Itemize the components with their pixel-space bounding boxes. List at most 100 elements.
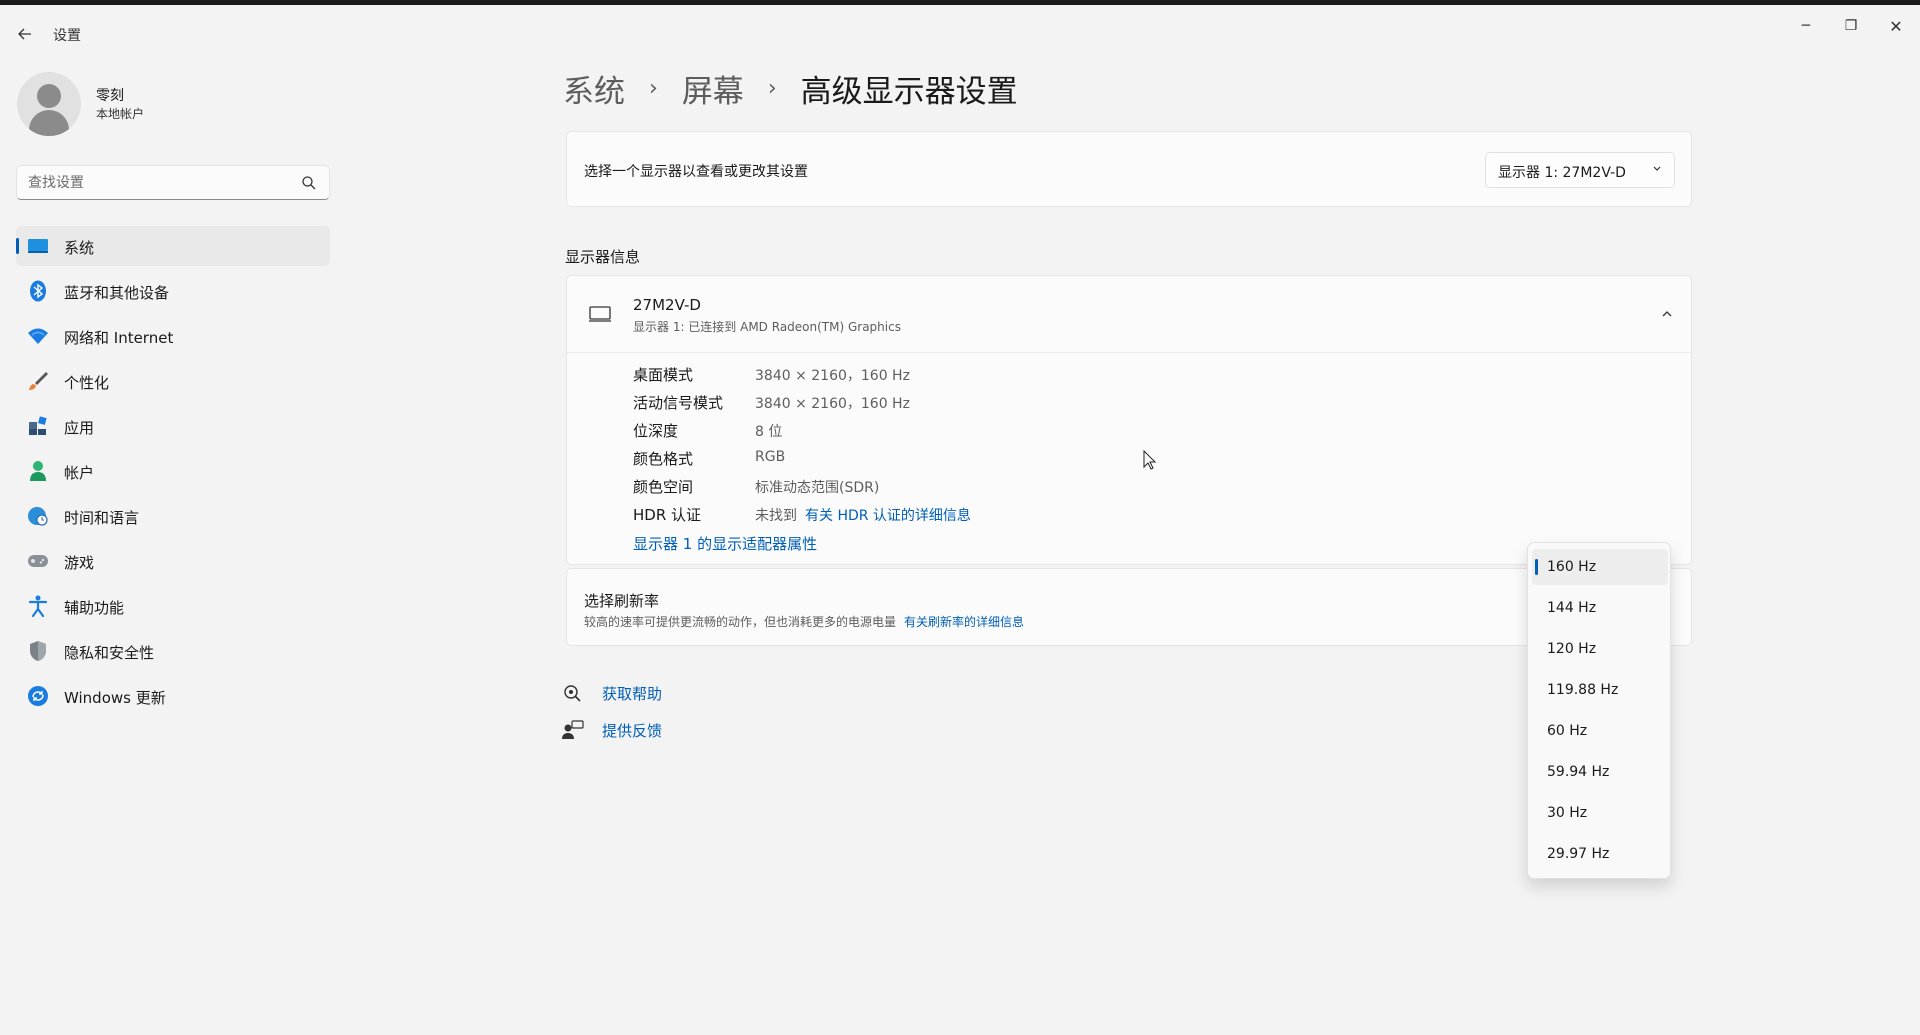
spec-label: 活动信号模式 bbox=[633, 394, 724, 412]
spec-label: 颜色格式 bbox=[633, 450, 694, 468]
refresh-rate-option-label: 119.88 Hz bbox=[1547, 682, 1619, 698]
breadcrumb-separator: › bbox=[767, 76, 777, 101]
refresh-rate-option[interactable]: 120 Hz bbox=[1532, 631, 1668, 667]
shield-icon bbox=[27, 640, 49, 662]
close-button[interactable]: ✕ bbox=[1873, 13, 1919, 39]
accessibility-icon bbox=[27, 595, 49, 617]
help-icon bbox=[564, 685, 581, 702]
breadcrumb: 系统 › 屏幕 › 高级显示器设置 bbox=[563, 66, 1018, 111]
chevron-down-icon bbox=[1653, 166, 1661, 171]
spec-label: 桌面模式 bbox=[633, 366, 694, 384]
refresh-rate-option-label: 60 Hz bbox=[1547, 723, 1588, 739]
refresh-rate-option-label: 120 Hz bbox=[1547, 641, 1597, 657]
display-select-card: 选择一个显示器以查看或更改其设置 显示器 1: 27M2V-D bbox=[566, 131, 1692, 207]
sidebar-item-privacy[interactable]: 隐私和安全性 bbox=[16, 631, 330, 671]
avatar-body-shape bbox=[29, 110, 69, 136]
search-box[interactable] bbox=[16, 165, 330, 200]
mouse-cursor-icon bbox=[1143, 450, 1157, 470]
sidebar-item-label: 网络和 Internet bbox=[64, 329, 174, 347]
apps-icon bbox=[27, 415, 49, 437]
sidebar-item-label: Windows 更新 bbox=[64, 689, 166, 707]
sidebar-item-network[interactable]: 网络和 Internet bbox=[16, 316, 330, 356]
display-dropdown[interactable]: 显示器 1: 27M2V-D bbox=[1485, 152, 1675, 188]
minimize-button[interactable]: ─ bbox=[1783, 13, 1829, 39]
spec-label: 位深度 bbox=[633, 422, 679, 440]
refresh-rate-option-label: 160 Hz bbox=[1547, 559, 1597, 575]
display-select-label: 选择一个显示器以查看或更改其设置 bbox=[584, 164, 808, 180]
sidebar-item-accounts[interactable]: 帐户 bbox=[16, 451, 330, 491]
update-icon bbox=[27, 685, 49, 707]
display-dropdown-value: 显示器 1: 27M2V-D bbox=[1498, 165, 1626, 181]
refresh-rate-option[interactable]: 119.88 Hz bbox=[1532, 672, 1668, 708]
back-button[interactable] bbox=[10, 19, 40, 49]
page-title: 高级显示器设置 bbox=[800, 74, 1018, 110]
sidebar-item-time-language[interactable]: 时间和语言 bbox=[16, 496, 330, 536]
sidebar-item-gaming[interactable]: 游戏 bbox=[16, 541, 330, 581]
avatar bbox=[17, 72, 81, 136]
refresh-rate-option[interactable]: 160 Hz bbox=[1532, 549, 1668, 585]
sidebar-nav: 系统 蓝牙和其他设备 网络和 Internet 个性化 应用 帐户 时间和语言 … bbox=[16, 226, 330, 721]
refresh-rate-option-label: 59.94 Hz bbox=[1547, 764, 1610, 780]
sidebar-item-accessibility[interactable]: 辅助功能 bbox=[16, 586, 330, 626]
sidebar-item-label: 辅助功能 bbox=[64, 599, 125, 617]
collapse-button[interactable] bbox=[1655, 302, 1679, 326]
app-title: 设置 bbox=[53, 28, 81, 44]
get-help-label[interactable]: 获取帮助 bbox=[602, 683, 662, 704]
refresh-rate-option[interactable]: 144 Hz bbox=[1532, 590, 1668, 626]
monitor-icon bbox=[589, 306, 611, 322]
back-arrow-icon bbox=[18, 28, 31, 40]
wifi-icon bbox=[27, 325, 49, 347]
refresh-rate-dropdown-menu: 160 Hz 144 Hz 120 Hz 119.88 Hz 60 Hz 59.… bbox=[1527, 542, 1671, 879]
spec-label: HDR 认证 bbox=[633, 506, 702, 524]
spec-label: 颜色空间 bbox=[633, 478, 694, 496]
refresh-rate-option[interactable]: 59.94 Hz bbox=[1532, 754, 1668, 790]
sidebar-item-personalization[interactable]: 个性化 bbox=[16, 361, 330, 401]
sidebar-item-label: 系统 bbox=[64, 239, 95, 257]
sidebar-item-label: 时间和语言 bbox=[64, 509, 140, 527]
monitor-name: 27M2V-D bbox=[633, 296, 701, 314]
sidebar-item-label: 个性化 bbox=[64, 374, 110, 392]
avatar-head-shape bbox=[37, 84, 61, 108]
refresh-rate-option-label: 144 Hz bbox=[1547, 600, 1597, 616]
hdr-details-link[interactable]: 有关 HDR 认证的详细信息 bbox=[805, 508, 971, 524]
brush-icon bbox=[27, 370, 49, 392]
spec-value: 未找到 有关 HDR 认证的详细信息 bbox=[755, 505, 971, 525]
bluetooth-icon bbox=[27, 280, 49, 302]
search-input[interactable] bbox=[28, 172, 298, 194]
user-name: 零刻 bbox=[96, 88, 124, 104]
sidebar-item-label: 游戏 bbox=[64, 554, 95, 572]
hdr-status: 未找到 bbox=[755, 508, 797, 524]
refresh-rate-option[interactable]: 30 Hz bbox=[1532, 795, 1668, 831]
display-info-section-title: 显示器信息 bbox=[565, 248, 641, 266]
display-info-card: 27M2V-D 显示器 1: 已连接到 AMD Radeon(TM) Graph… bbox=[566, 275, 1692, 565]
breadcrumb-system[interactable]: 系统 bbox=[563, 66, 625, 111]
breadcrumb-display[interactable]: 屏幕 bbox=[682, 66, 744, 111]
spec-value: 3840 × 2160，160 Hz bbox=[755, 396, 910, 412]
sidebar-item-label: 帐户 bbox=[64, 464, 95, 482]
refresh-rate-desc-text: 较高的速率可提供更流畅的动作，但也消耗更多的电源电量 bbox=[584, 615, 897, 629]
refresh-rate-description: 较高的速率可提供更流畅的动作，但也消耗更多的电源电量 有关刷新率的详细信息 bbox=[584, 613, 1024, 630]
sidebar-item-windows-update[interactable]: Windows 更新 bbox=[16, 676, 330, 716]
refresh-rate-option-label: 29.97 Hz bbox=[1547, 846, 1610, 862]
sidebar-item-apps[interactable]: 应用 bbox=[16, 406, 330, 446]
maximize-button[interactable]: ❐ bbox=[1828, 13, 1874, 39]
person-icon bbox=[27, 460, 49, 482]
spec-value: RGB bbox=[755, 449, 786, 465]
feedback-icon bbox=[562, 720, 584, 739]
refresh-rate-option[interactable]: 60 Hz bbox=[1532, 713, 1668, 749]
monitor-description: 显示器 1: 已连接到 AMD Radeon(TM) Graphics bbox=[633, 320, 901, 334]
gamepad-icon bbox=[27, 550, 49, 572]
spec-value: 3840 × 2160，160 Hz bbox=[755, 368, 910, 384]
search-icon[interactable] bbox=[301, 175, 317, 191]
spec-value: 8 位 bbox=[755, 424, 783, 440]
sidebar-item-system[interactable]: 系统 bbox=[16, 226, 330, 266]
refresh-rate-option[interactable]: 29.97 Hz bbox=[1532, 836, 1668, 872]
feedback-label[interactable]: 提供反馈 bbox=[602, 720, 662, 741]
globe-clock-icon bbox=[27, 505, 49, 527]
display-info-header[interactable]: 27M2V-D 显示器 1: 已连接到 AMD Radeon(TM) Graph… bbox=[567, 276, 1691, 353]
user-account-type: 本地帐户 bbox=[96, 107, 145, 121]
sidebar-item-bluetooth[interactable]: 蓝牙和其他设备 bbox=[16, 271, 330, 311]
refresh-rate-details-link[interactable]: 有关刷新率的详细信息 bbox=[904, 615, 1024, 629]
adapter-properties-link[interactable]: 显示器 1 的显示适配器属性 bbox=[633, 533, 817, 554]
refresh-rate-option-label: 30 Hz bbox=[1547, 805, 1588, 821]
